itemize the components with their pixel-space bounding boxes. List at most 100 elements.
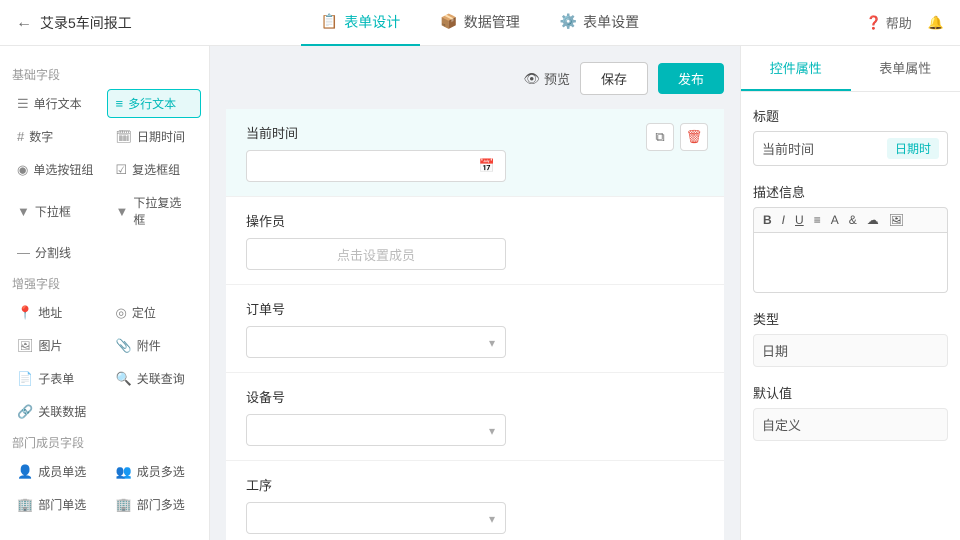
member-multi-label: 成员多选 [137, 463, 185, 480]
process-input[interactable] [246, 502, 506, 534]
copy-field-button[interactable]: ⧉ [646, 123, 674, 151]
field-image[interactable]: 🖼 图片 [8, 331, 103, 360]
field-row-actions: ⧉ 🗑 [646, 123, 708, 151]
delete-field-button[interactable]: 🗑 [680, 123, 708, 151]
dept-multi-label: 部门多选 [137, 496, 185, 513]
member-single-icon: 👤 [17, 464, 33, 480]
single-text-icon: ☰ [17, 96, 29, 112]
related-query-label: 关联查询 [137, 370, 185, 387]
order-no-label: 订单号 [246, 299, 704, 318]
address-label: 地址 [38, 304, 62, 321]
number-icon: # [17, 129, 24, 144]
field-row-current-time[interactable]: 当前时间 📅 ⧉ 🗑 [226, 109, 724, 197]
subform-label: 子表单 [38, 370, 74, 387]
back-button[interactable]: ← [16, 14, 32, 32]
data-mgmt-icon: 📦 [440, 13, 457, 30]
nav-form-settings[interactable]: ⚙️ 表单设置 [540, 0, 659, 46]
publish-button[interactable]: 发布 [658, 63, 724, 94]
desc-cloud[interactable]: ☁ [864, 212, 882, 228]
location-label: 定位 [132, 304, 156, 321]
desc-color[interactable]: A [828, 212, 842, 228]
panel-tabs: 控件属性 表单属性 [741, 46, 960, 92]
field-row-operator[interactable]: 操作员 点击设置成员 [226, 197, 724, 285]
nav-form-design[interactable]: 📋 表单设计 [301, 0, 420, 46]
dropdown-multi-icon: ▼ [116, 204, 129, 219]
address-icon: 📍 [17, 305, 33, 321]
header-right: ❓ 帮助 🔔 [784, 13, 944, 32]
device-no-chevron [489, 423, 495, 438]
single-text-label: 单行文本 [34, 95, 82, 112]
nav-form-design-label: 表单设计 [344, 12, 400, 32]
nav-data-mgmt[interactable]: 📦 数据管理 [420, 0, 539, 46]
field-radio[interactable]: ◉ 单选按钮组 [8, 155, 103, 184]
tab-control-props[interactable]: 控件属性 [741, 46, 851, 91]
field-datetime[interactable]: 🗓 日期时间 [107, 122, 202, 151]
prop-title-row: 标题 当前时间 日期时 [753, 106, 948, 166]
divider-icon: — [17, 245, 30, 260]
sidebar: 基础字段 ☰ 单行文本 ≡ 多行文本 # 数字 🗓 日期时间 ◉ 单选按钮组 [0, 46, 210, 540]
field-single-text[interactable]: ☰ 单行文本 [8, 89, 103, 118]
field-multi-text[interactable]: ≡ 多行文本 [107, 89, 202, 118]
save-button[interactable]: 保存 [580, 62, 648, 95]
notification-button[interactable]: 🔔 [928, 15, 944, 31]
help-icon: ❓ [866, 15, 882, 31]
field-divider[interactable]: — 分割线 [8, 238, 103, 267]
datetime-label: 日期时间 [137, 128, 185, 145]
calendar-icon: 📅 [479, 158, 495, 174]
field-subform[interactable]: 📄 子表单 [8, 364, 103, 393]
prop-title-input[interactable]: 当前时间 日期时 [753, 131, 948, 166]
field-related-query[interactable]: 🔍 关联查询 [107, 364, 202, 393]
field-dropdown-multi[interactable]: ▼ 下拉复选框 [107, 188, 202, 234]
field-member-multi[interactable]: 👥 成员多选 [107, 457, 202, 486]
desc-body[interactable] [753, 233, 948, 293]
tab-form-props[interactable]: 表单属性 [851, 46, 960, 91]
desc-align[interactable]: ≡ [811, 212, 824, 228]
help-button[interactable]: ❓ 帮助 [866, 13, 912, 32]
device-no-input[interactable] [246, 414, 506, 446]
form-settings-icon: ⚙️ [560, 13, 577, 30]
nav-data-mgmt-label: 数据管理 [464, 12, 520, 32]
dropdown-multi-label: 下拉复选框 [133, 194, 192, 228]
operator-placeholder: 点击设置成员 [337, 245, 415, 264]
field-related-data[interactable]: 🔗 关联数据 [8, 397, 103, 426]
dept-single-label: 部门单选 [38, 496, 86, 513]
order-no-input[interactable] [246, 326, 506, 358]
desc-image[interactable]: 🖼 [886, 212, 907, 228]
app-title: 艾录5车间报工 [40, 13, 132, 33]
prop-type-row: 类型 日期 [753, 309, 948, 367]
device-no-label: 设备号 [246, 387, 704, 406]
related-data-label: 关联数据 [38, 403, 86, 420]
prop-default-row: 默认值 自定义 [753, 383, 948, 441]
form-canvas-area: 👁 预览 保存 发布 当前时间 📅 ⧉ 🗑 [210, 46, 740, 540]
desc-bold[interactable]: B [760, 212, 775, 228]
trash-icon: 🗑 [686, 129, 703, 145]
copy-icon: ⧉ [655, 129, 664, 145]
desc-link[interactable]: & [846, 212, 860, 228]
field-row-process[interactable]: 工序 [226, 461, 724, 540]
desc-underline[interactable]: U [792, 212, 807, 228]
current-time-input[interactable]: 📅 [246, 150, 506, 182]
form-canvas: 当前时间 📅 ⧉ 🗑 操作员 点击设置成员 [226, 109, 724, 540]
field-row-order-no[interactable]: 订单号 [226, 285, 724, 373]
prop-title-badge: 日期时 [887, 138, 939, 159]
current-time-label: 当前时间 [246, 123, 704, 142]
canvas-toolbar: 👁 预览 保存 发布 [226, 62, 724, 95]
preview-button[interactable]: 👁 预览 [523, 69, 570, 88]
help-label: 帮助 [886, 13, 912, 32]
field-dropdown[interactable]: ▼ 下拉框 [8, 188, 103, 234]
field-dept-single[interactable]: 🏢 部门单选 [8, 490, 103, 519]
panel-body: 标题 当前时间 日期时 描述信息 B I U ≡ A & ☁ 🖼 [741, 92, 960, 471]
operator-input[interactable]: 点击设置成员 [246, 238, 506, 270]
field-dept-multi[interactable]: 🏢 部门多选 [107, 490, 202, 519]
field-member-single[interactable]: 👤 成员单选 [8, 457, 103, 486]
desc-italic[interactable]: I [779, 212, 788, 228]
field-checkbox[interactable]: ☑ 复选框组 [107, 155, 202, 184]
field-attachment[interactable]: 📎 附件 [107, 331, 202, 360]
field-address[interactable]: 📍 地址 [8, 298, 103, 327]
dept-single-icon: 🏢 [17, 497, 33, 513]
enhanced-fields-grid: 📍 地址 ◎ 定位 🖼 图片 📎 附件 📄 子表单 🔍 关联查询 [8, 298, 201, 426]
nav-form-settings-label: 表单设置 [583, 12, 639, 32]
field-number[interactable]: # 数字 [8, 122, 103, 151]
field-location[interactable]: ◎ 定位 [107, 298, 202, 327]
field-row-device-no[interactable]: 设备号 [226, 373, 724, 461]
